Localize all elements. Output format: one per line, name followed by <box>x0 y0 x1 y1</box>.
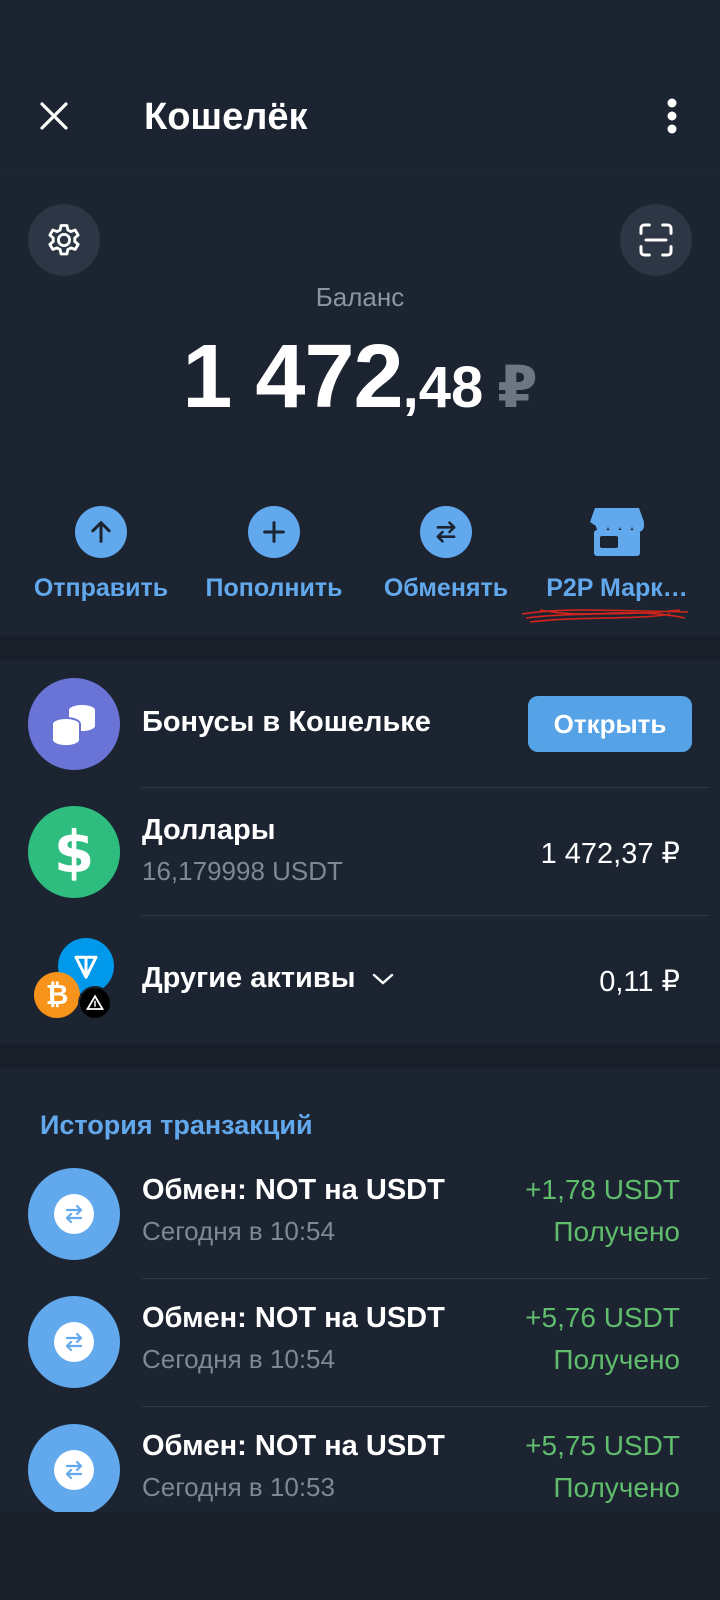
history-title: История транзакций <box>40 1110 313 1140</box>
exchange-button[interactable]: Обменять <box>351 506 541 603</box>
exchange-label: Обменять <box>383 574 509 602</box>
store-icon <box>590 508 644 556</box>
top-up-button[interactable]: Пополнить <box>179 506 369 603</box>
send-button[interactable]: Отправить <box>6 506 196 603</box>
p2p-market-button[interactable]: P2P Марк… <box>522 506 712 603</box>
send-icon-circle <box>75 506 127 558</box>
transaction-history: История транзакций Обмен: NOT на USDT Се… <box>0 1068 720 1512</box>
transaction-row[interactable]: Обмен: NOT на USDT Сегодня в 10:53 +5,75… <box>0 1424 720 1512</box>
transaction-status: Получено <box>553 1344 680 1375</box>
asset-title: Другие активы <box>142 962 394 995</box>
more-vertical-icon <box>667 98 677 134</box>
action-bar: Отправить Пополнить Обменять P2P Марк… <box>0 506 720 606</box>
transaction-title: Обмен: NOT на USDT <box>142 1174 445 1206</box>
transaction-status: Получено <box>553 1216 680 1247</box>
balance-label: Баланс <box>315 282 405 312</box>
coins-icon <box>51 703 97 748</box>
transaction-amount: +1,78 USDT <box>525 1174 680 1205</box>
asset-value: 1 472,37 ₽ <box>540 838 680 870</box>
balance-amount: 1 472,48 ₽ <box>0 326 720 429</box>
bonuses-title: Бонусы в Кошельке <box>142 706 431 738</box>
other-assets-label: Другие активы <box>142 962 356 994</box>
exchange-icon-circle <box>420 506 472 558</box>
swap-icon-bg <box>54 1450 94 1490</box>
status-bar <box>0 0 720 60</box>
asset-row-other[interactable]: ₿ Другие активы 0,11 ₽ <box>0 916 720 1044</box>
bitcoin-icon: ₿ <box>34 972 80 1018</box>
swap-avatar <box>28 1168 120 1260</box>
transaction-row[interactable]: Обмен: NOT на USDT Сегодня в 10:54 +5,76… <box>0 1296 720 1424</box>
bonuses-avatar <box>28 678 120 770</box>
top-up-label: Пополнить <box>205 574 343 602</box>
scan-icon <box>639 223 673 257</box>
plus-icon <box>263 521 285 543</box>
arrow-up-icon <box>91 521 111 543</box>
more-options-button[interactable] <box>646 90 698 142</box>
transaction-time: Сегодня в 10:53 <box>142 1472 335 1502</box>
swap-icon <box>65 1332 83 1352</box>
close-icon <box>40 102 68 130</box>
assets-card: Бонусы в Кошельке Открыть $ Доллары 16,1… <box>0 660 720 1044</box>
send-label: Отправить <box>33 574 169 602</box>
bonuses-row[interactable]: Бонусы в Кошельке Открыть <box>0 660 720 788</box>
balance-decimal: ,48 <box>402 355 484 420</box>
p2p-market-label: P2P Марк… <box>546 574 688 602</box>
balance-integer: 1 472 <box>182 327 403 427</box>
balance-currency: ₽ <box>497 355 538 420</box>
transaction-time: Сегодня в 10:54 <box>142 1216 335 1246</box>
p2p-icon-wrap <box>589 506 645 558</box>
red-scribble-annotation <box>521 609 689 623</box>
swap-icon <box>436 521 456 543</box>
swap-icon <box>65 1204 83 1224</box>
transaction-row[interactable]: Обмен: NOT на USDT Сегодня в 10:54 +1,78… <box>0 1168 720 1296</box>
swap-icon-bg <box>54 1194 94 1234</box>
notcoin-icon <box>78 986 112 1020</box>
transaction-title: Обмен: NOT на USDT <box>142 1430 445 1462</box>
chevron-down-icon <box>372 974 393 985</box>
app-bar: Кошелёк <box>0 60 720 176</box>
dollar-icon: $ <box>53 818 95 886</box>
asset-subtitle: 16,179998 USDT <box>142 856 343 886</box>
top-up-icon-circle <box>248 506 300 558</box>
dollars-avatar: $ <box>28 806 120 898</box>
transaction-title: Обмен: NOT на USDT <box>142 1302 445 1334</box>
swap-icon-bg <box>54 1322 94 1362</box>
page-title: Кошелёк <box>144 96 308 138</box>
asset-value: 0,11 ₽ <box>599 966 680 998</box>
scan-qr-button[interactable] <box>620 204 692 276</box>
transaction-status: Получено <box>553 1472 680 1503</box>
asset-row-dollars[interactable]: $ Доллары 16,179998 USDT 1 472,37 ₽ <box>0 788 720 916</box>
other-assets-icon-stack: ₿ <box>28 936 120 1028</box>
balance-section: Баланс 1 472,48 ₽ Отправить Пополнить Об… <box>0 176 720 636</box>
open-bonuses-button[interactable]: Открыть <box>528 696 692 752</box>
divider <box>142 1278 708 1279</box>
swap-icon <box>65 1460 83 1480</box>
settings-button[interactable] <box>28 204 100 276</box>
close-button[interactable] <box>28 90 80 142</box>
divider <box>142 1406 708 1407</box>
swap-avatar <box>28 1296 120 1388</box>
transaction-amount: +5,75 USDT <box>525 1430 680 1461</box>
swap-avatar <box>28 1424 120 1512</box>
transaction-time: Сегодня в 10:54 <box>142 1344 335 1374</box>
asset-title: Доллары <box>142 814 276 846</box>
transaction-amount: +5,76 USDT <box>525 1302 680 1333</box>
gear-icon <box>48 224 80 256</box>
